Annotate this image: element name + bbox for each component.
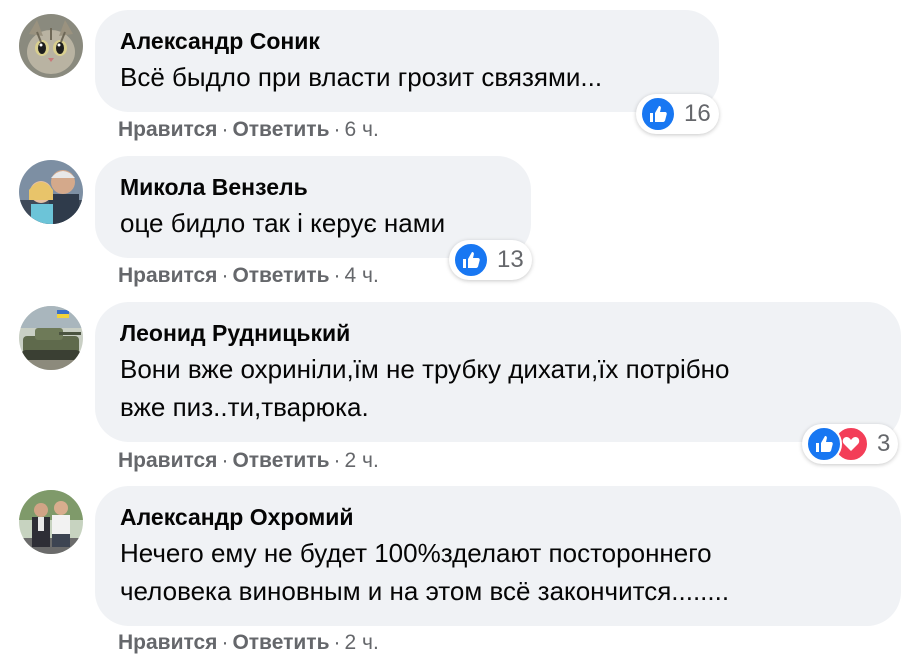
like-button[interactable]: Нравится [118, 118, 217, 141]
avatar[interactable] [19, 490, 83, 554]
avatar[interactable] [19, 306, 83, 370]
comment-actions: Нравится · Ответить · 6 ч. [118, 117, 379, 143]
comment-actions: Нравится · Ответить · 2 ч. [118, 630, 379, 656]
comment-timestamp[interactable]: 6 ч. [344, 118, 378, 141]
avatar[interactable] [19, 160, 83, 224]
comment-text-line: оце бидло так і керує нами [120, 208, 446, 238]
like-button[interactable]: Нравится [118, 631, 217, 654]
reactions-summary[interactable]: 13 [449, 240, 532, 280]
comment-timestamp[interactable]: 2 ч. [344, 449, 378, 472]
comment-text: Всё быдло при власти грозит связями... [120, 58, 695, 96]
separator-dot: · [221, 631, 229, 654]
two-men-photo-avatar-icon [19, 490, 83, 554]
tank-photo-avatar-icon [19, 306, 83, 370]
comment-text-line: Нечего ему не будет 100%зделают посторон… [120, 538, 712, 568]
reply-button[interactable]: Ответить [232, 449, 329, 472]
separator-dot: · [333, 449, 341, 472]
comment-author[interactable]: Александр Охромий [120, 502, 877, 532]
separator-dot: · [333, 118, 341, 141]
comment-text-line: Всё быдло при власти грозит связями... [120, 62, 603, 92]
like-icon [640, 96, 676, 132]
reactions-summary[interactable]: 16 [636, 94, 719, 134]
reactions-summary[interactable]: 3 [802, 424, 899, 464]
separator-dot: · [221, 449, 229, 472]
reply-button[interactable]: Ответить [232, 264, 329, 287]
like-icon [453, 242, 489, 278]
comment-text: оце бидло так і керує нами [120, 204, 507, 242]
comment-actions: Нравится · Ответить · 2 ч. [118, 448, 379, 474]
comment-text: Нечего ему не будет 100%зделают посторон… [120, 534, 877, 610]
separator-dot: · [333, 631, 341, 654]
separator-dot: · [333, 264, 341, 287]
comment-timestamp[interactable]: 2 ч. [344, 631, 378, 654]
comment-bubble: Александр Охромий Нечего ему не будет 10… [95, 486, 901, 626]
like-icon [806, 426, 842, 462]
comment-text-line: вже пиз..ти,тварюка. [120, 392, 369, 422]
comment-timestamp[interactable]: 4 ч. [344, 264, 378, 287]
comment-bubble: Александр Соник Всё быдло при власти гро… [95, 10, 719, 112]
like-button[interactable]: Нравится [118, 449, 217, 472]
comment-author[interactable]: Микола Вензель [120, 172, 507, 202]
reaction-count: 3 [877, 430, 891, 457]
comment-bubble: Леонид Рудницький Вони вже охриніли,їм н… [95, 302, 901, 442]
comment-author[interactable]: Александр Соник [120, 26, 695, 56]
like-button[interactable]: Нравится [118, 264, 217, 287]
separator-dot: · [221, 118, 229, 141]
separator-dot: · [221, 264, 229, 287]
comment-actions: Нравится · Ответить · 4 ч. [118, 263, 379, 289]
comment-text: Вони вже охриніли,їм не трубку дихати,їх… [120, 350, 877, 426]
reaction-count: 13 [497, 246, 524, 273]
reply-button[interactable]: Ответить [232, 631, 329, 654]
reaction-count: 16 [684, 100, 711, 127]
reply-button[interactable]: Ответить [232, 118, 329, 141]
comment-text-line: человека виновным и на этом всё закончит… [120, 576, 730, 606]
comment-author[interactable]: Леонид Рудницький [120, 318, 877, 348]
comment-text-line: Вони вже охриніли,їм не трубку дихати,їх… [120, 354, 730, 384]
cat-avatar-icon [19, 14, 83, 78]
avatar[interactable] [19, 14, 83, 78]
people-photo-avatar-icon [19, 160, 83, 224]
